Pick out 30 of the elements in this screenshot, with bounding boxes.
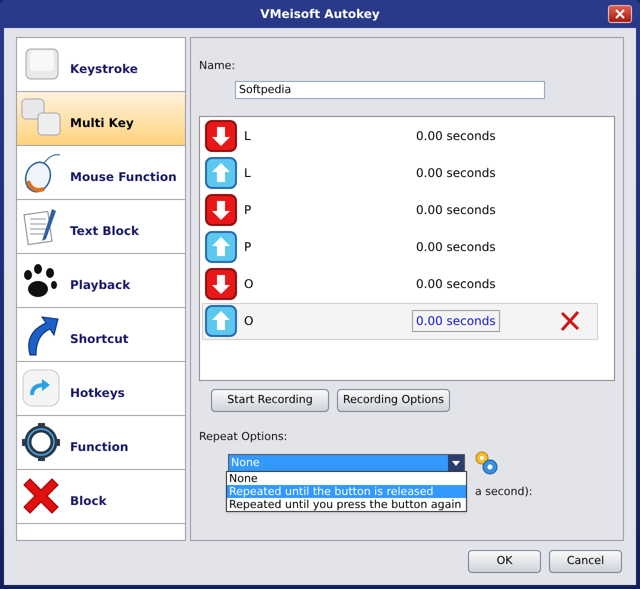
name-field[interactable]: Softpedia: [235, 80, 545, 98]
event-row[interactable]: L 0.00 seconds: [202, 154, 598, 192]
delay-label: a second):: [475, 484, 532, 500]
delay-text: 0.00 seconds: [416, 202, 496, 219]
name-label: Name:: [199, 58, 236, 74]
start-recording-button[interactable]: Start Recording: [211, 388, 329, 412]
key-label: L: [244, 165, 252, 182]
recording-options-button[interactable]: Recording Options: [337, 388, 450, 412]
repeat-options-label: Repeat Options:: [199, 428, 288, 444]
dropdown-option[interactable]: Repeated until you press the button again: [227, 498, 466, 511]
event-row[interactable]: L 0.00 seconds: [202, 118, 598, 154]
event-row[interactable]: O 0.00 seconds: [202, 302, 598, 340]
key-label: O: [244, 313, 254, 330]
key-label: O: [244, 276, 254, 293]
dropdown-option[interactable]: None: [227, 472, 466, 485]
delay-text: 0.00 seconds: [416, 165, 496, 182]
delay-field[interactable]: 0.00 seconds: [412, 310, 500, 332]
key-label: L: [244, 128, 252, 145]
sidebar-item[interactable]: Multi Key: [17, 92, 185, 146]
event-row[interactable]: O 0.00 seconds: [202, 266, 598, 302]
event-row[interactable]: P 0.00 seconds: [202, 192, 598, 228]
delay-text: 0.00 seconds: [416, 128, 496, 145]
key-label: P: [244, 202, 252, 219]
key-label: P: [244, 239, 252, 256]
ok-button[interactable]: OK: [468, 550, 541, 573]
window-title: VMeisoft Autokey: [260, 6, 380, 23]
cancel-button[interactable]: Cancel: [549, 550, 622, 573]
event-row[interactable]: P 0.00 seconds: [202, 228, 598, 266]
delay-text: 0.00 seconds: [416, 276, 496, 293]
delay-text: 0.00 seconds: [416, 239, 496, 256]
